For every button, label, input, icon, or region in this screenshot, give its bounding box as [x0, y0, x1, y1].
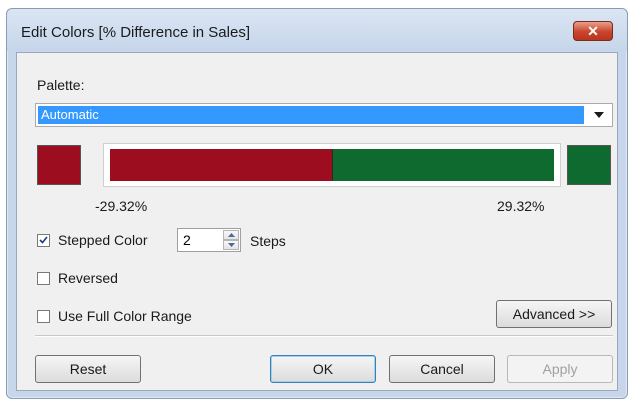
- dialog-title: Edit Colors [% Difference in Sales]: [21, 24, 250, 41]
- ramp-step-negative: [110, 149, 332, 181]
- stepped-color-label: Stepped Color: [58, 232, 148, 248]
- steps-stepper[interactable]: [177, 228, 241, 252]
- title-bar[interactable]: Edit Colors [% Difference in Sales] ✕: [7, 9, 627, 51]
- reversed-option[interactable]: Reversed: [37, 270, 118, 286]
- apply-button[interactable]: Apply: [507, 355, 613, 383]
- reversed-label: Reversed: [58, 270, 118, 286]
- palette-label: Palette:: [37, 77, 85, 93]
- steps-label: Steps: [250, 233, 286, 249]
- chevron-down-icon[interactable]: [592, 109, 606, 121]
- negative-color-swatch[interactable]: [37, 145, 81, 185]
- reset-button[interactable]: Reset: [35, 355, 141, 383]
- range-min-label: -29.32%: [95, 198, 148, 214]
- palette-dropdown[interactable]: Automatic: [35, 103, 613, 127]
- edit-colors-dialog: Edit Colors [% Difference in Sales] ✕ Pa…: [6, 8, 628, 399]
- ok-button[interactable]: OK: [270, 355, 376, 383]
- full-color-range-label: Use Full Color Range: [58, 308, 192, 324]
- stepped-color-checkbox[interactable]: [37, 233, 50, 247]
- reversed-checkbox[interactable]: [37, 271, 50, 285]
- close-icon: ✕: [587, 22, 599, 39]
- cancel-button[interactable]: Cancel: [389, 355, 495, 383]
- advanced-button[interactable]: Advanced >>: [496, 300, 612, 328]
- spin-up-icon[interactable]: [223, 230, 239, 240]
- close-button[interactable]: ✕: [573, 21, 613, 41]
- divider: [35, 335, 613, 337]
- color-ramp: [103, 143, 561, 187]
- full-color-range-option[interactable]: Use Full Color Range: [37, 308, 192, 324]
- color-ramp-bar: [110, 149, 554, 181]
- spin-down-icon[interactable]: [223, 240, 239, 250]
- dialog-body: Palette: Automatic -29.32% 29.32% Steppe…: [16, 52, 618, 391]
- spin-buttons: [223, 230, 239, 250]
- palette-selected-value: Automatic: [38, 106, 584, 124]
- steps-input[interactable]: [183, 232, 217, 248]
- range-max-label: 29.32%: [497, 198, 545, 214]
- stepped-color-option[interactable]: Stepped Color: [37, 232, 148, 248]
- positive-color-swatch[interactable]: [567, 145, 611, 185]
- ramp-step-positive: [331, 149, 554, 181]
- full-color-range-checkbox[interactable]: [37, 309, 50, 323]
- checkmark-icon: [39, 236, 48, 244]
